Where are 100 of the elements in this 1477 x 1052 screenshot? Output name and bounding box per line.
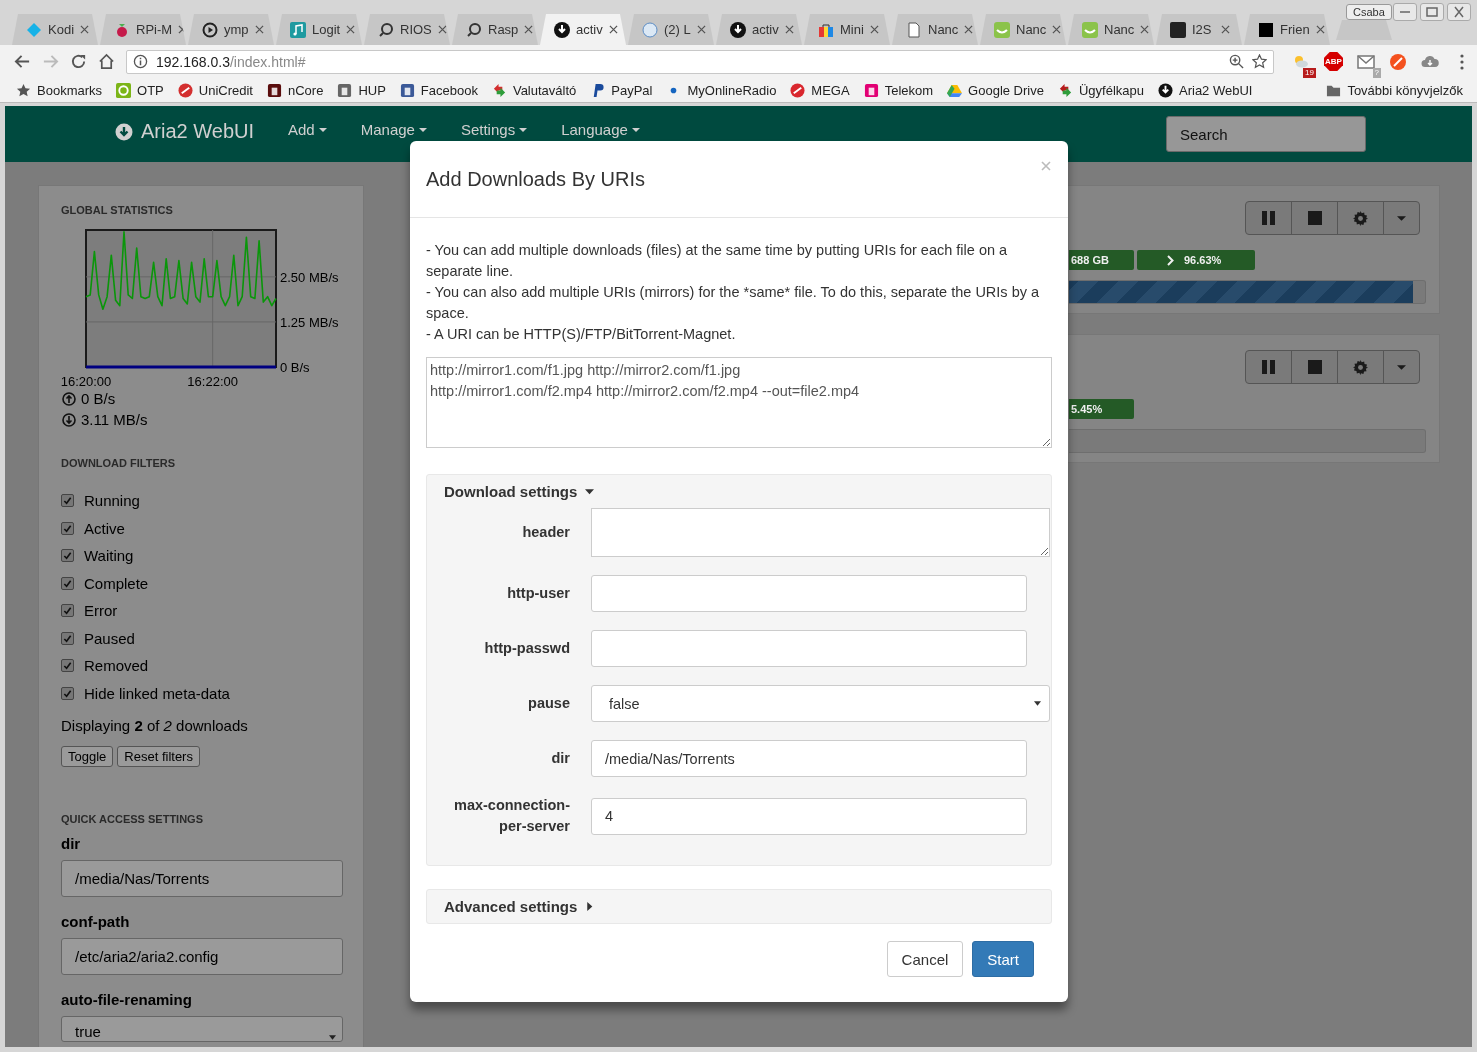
bookmark-link[interactable]: Aria2 WebUI (1158, 82, 1253, 98)
home-icon[interactable] (98, 53, 115, 70)
close-icon[interactable] (869, 25, 879, 34)
browser-tab[interactable]: Nanc (1068, 14, 1154, 45)
text-field[interactable]: 4 (591, 797, 1027, 835)
filter-checkbox[interactable] (61, 549, 74, 563)
bookmark-link[interactable]: PayPal (590, 82, 653, 98)
bookmark-link[interactable]: nCore (266, 82, 324, 98)
close-icon[interactable] (696, 25, 706, 34)
close-icon[interactable] (346, 25, 356, 34)
uri-field[interactable]: http://mirror1.com/f1.jpg http://mirror2.com/f1.jpg http://mirror1.com/f2.mp4 http://mirror2.com/f2.mp4 --out=file2.mp4 (426, 357, 1052, 448)
setting-field[interactable]: /etc/aria2/aria2.config (61, 938, 343, 975)
browser-tab[interactable]: Nanc (980, 14, 1066, 45)
bookmark-link[interactable]: MEGA (790, 82, 850, 98)
select-field[interactable]: false (591, 685, 1050, 722)
close-icon[interactable] (1140, 25, 1150, 34)
caret-icon (519, 127, 528, 132)
stop-button[interactable] (1291, 201, 1338, 235)
bookmark-label: Bookmarks (37, 82, 103, 98)
filter-checkbox[interactable] (61, 494, 74, 508)
maximize-button[interactable] (1420, 3, 1444, 21)
setting-select[interactable]: true (61, 1016, 343, 1042)
browser-tab[interactable]: Rasp (452, 14, 538, 45)
brand-link[interactable]: Aria2 WebUI (115, 120, 254, 143)
nav-menu[interactable]: Manage (360, 121, 427, 138)
logo-icon (1057, 82, 1073, 98)
panel-toggle[interactable]: Download settings (427, 475, 1051, 508)
close-icon[interactable] (80, 25, 90, 34)
filter-checkbox[interactable] (61, 576, 74, 590)
reload-icon[interactable] (70, 53, 87, 70)
browser-tab[interactable]: Logit (276, 14, 362, 45)
browser-tab[interactable]: RIOS (364, 14, 450, 45)
browser-tab[interactable]: Mini (804, 14, 890, 45)
other-bookmarks-link[interactable]: További könyvjelzők (1326, 82, 1463, 98)
stop-icon (1307, 211, 1322, 225)
nav-menu[interactable]: Add (288, 121, 327, 138)
zoom-icon[interactable] (1229, 54, 1244, 69)
profile-button[interactable]: Csaba (1346, 4, 1392, 20)
browser-tab[interactable]: activ (540, 14, 626, 45)
filter-checkbox[interactable] (61, 686, 74, 700)
bookmark-link[interactable]: Telekom (863, 82, 934, 98)
filter-button[interactable]: Toggle (61, 746, 114, 767)
bookmark-link[interactable]: Valutaváltó (491, 82, 577, 98)
browser-tab[interactable]: (2) L (628, 14, 714, 45)
close-icon[interactable] (1315, 25, 1325, 34)
close-icon[interactable] (437, 25, 447, 34)
settings-button[interactable] (1337, 201, 1384, 235)
browser-tab[interactable]: RPi-M (100, 14, 186, 45)
panel-toggle[interactable]: Advanced settings (427, 890, 1051, 923)
close-icon[interactable] (608, 25, 618, 34)
bookmark-link[interactable]: Facebook (399, 82, 478, 98)
back-icon[interactable] (14, 53, 31, 70)
text-field[interactable] (591, 630, 1027, 667)
search-field[interactable]: Search (1166, 116, 1366, 152)
cancel-button[interactable]: Cancel (886, 941, 964, 977)
nav-menu[interactable]: Settings (460, 121, 528, 138)
pause-button[interactable] (1245, 201, 1292, 235)
bookmark-link[interactable]: Ügyfélkapu (1057, 82, 1144, 98)
filter-checkbox[interactable] (61, 521, 74, 535)
bookmark-link[interactable]: UniCredit (177, 82, 253, 98)
settings-button[interactable] (1337, 350, 1384, 384)
circle-icon (642, 21, 658, 38)
filter-checkbox[interactable] (61, 631, 74, 645)
stop-button[interactable] (1291, 350, 1338, 384)
tab-title: (2) L (664, 22, 691, 37)
browser-tab[interactable]: Frien (1244, 14, 1330, 45)
close-icon[interactable] (964, 25, 974, 34)
close-icon[interactable] (1221, 25, 1230, 34)
address-bar[interactable]: 192.168.0.3/index.html# (126, 49, 1274, 74)
brush-extension-icon[interactable] (1389, 52, 1407, 71)
bookmark-link[interactable]: MyOnlineRadio (666, 82, 777, 98)
bookmark-link[interactable]: Bookmarks (16, 82, 103, 98)
minimize-button[interactable] (1393, 3, 1417, 21)
star-icon[interactable] (1252, 54, 1267, 69)
close-icon[interactable] (784, 25, 794, 34)
bookmark-link[interactable]: Google Drive (947, 82, 1044, 98)
nav-menu[interactable]: Language (561, 121, 640, 138)
browser-tab[interactable]: Nanc (892, 14, 978, 45)
filter-checkbox[interactable] (61, 604, 74, 618)
envelope-icon[interactable] (1357, 52, 1375, 71)
header-field[interactable] (591, 508, 1050, 557)
browser-tab[interactable]: Kodi (12, 14, 98, 45)
browser-tab[interactable]: activ (716, 14, 802, 45)
text-field[interactable]: /media/Nas/Torrents (591, 740, 1027, 777)
close-button[interactable] (1447, 3, 1471, 21)
filter-button[interactable]: Reset filters (117, 746, 200, 767)
text-field[interactable] (591, 575, 1027, 612)
bookmark-link[interactable]: OTP (116, 82, 164, 98)
pause-button[interactable] (1245, 350, 1292, 384)
menu-icon[interactable] (1459, 52, 1465, 71)
browser-tab[interactable]: ymp (188, 14, 274, 45)
filter-checkbox[interactable] (61, 659, 74, 673)
bookmark-link[interactable]: HUP (337, 82, 386, 98)
close-icon[interactable] (1052, 25, 1062, 34)
close-icon[interactable] (254, 25, 264, 34)
start-button[interactable]: Start (972, 941, 1034, 977)
close-icon[interactable] (524, 25, 534, 34)
browser-tab[interactable]: I2S (1156, 14, 1242, 45)
adblock-extension[interactable]: ABP (1324, 52, 1343, 71)
setting-field[interactable]: /media/Nas/Torrents (61, 860, 343, 897)
